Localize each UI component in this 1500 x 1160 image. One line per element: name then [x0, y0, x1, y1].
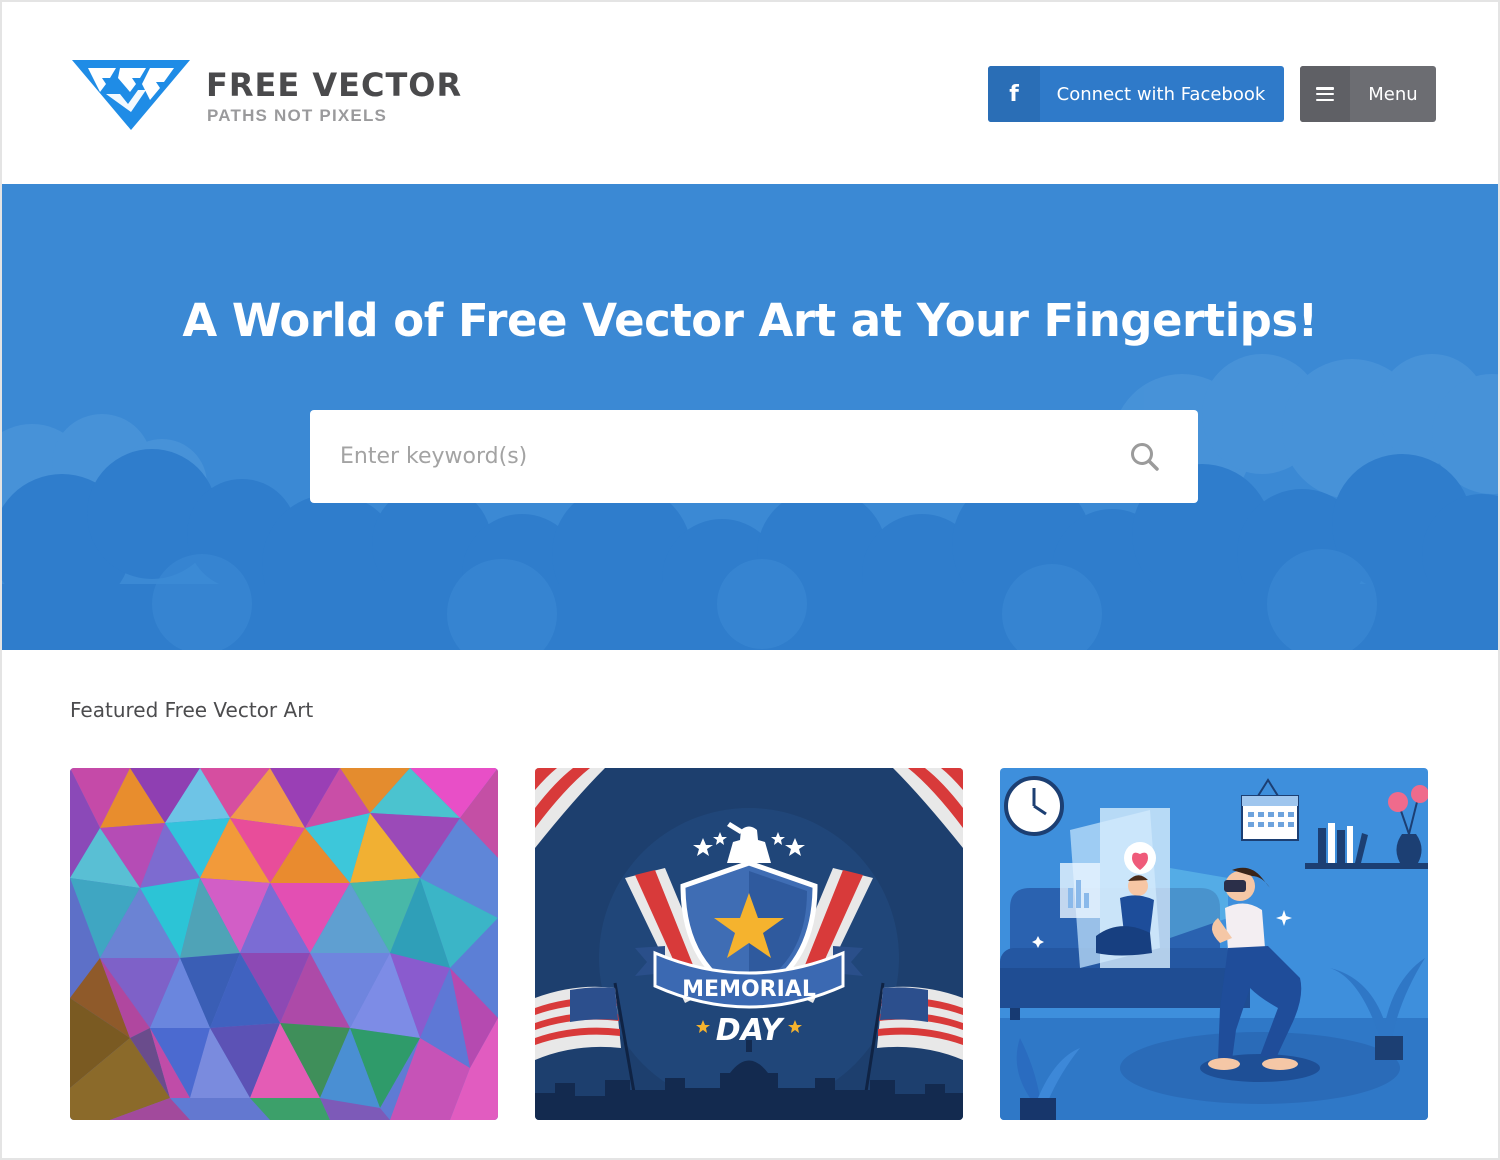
memorial-text: MEMORIAL: [682, 977, 816, 1002]
menu-label: Menu: [1368, 83, 1418, 105]
featured-card-memorial-day[interactable]: MEMORIAL DAY: [535, 768, 963, 1120]
page-frame: FREE VECTOR PATHS NOT PIXELS f Connect w…: [0, 0, 1500, 1160]
site-logo[interactable]: FREE VECTOR PATHS NOT PIXELS: [72, 60, 461, 132]
connect-facebook-button[interactable]: f Connect with Facebook: [988, 66, 1284, 122]
featured-section-title: Featured Free Vector Art: [70, 698, 314, 722]
lowpoly-art-image: [70, 768, 498, 1120]
featured-card-vr-fitness[interactable]: [1000, 768, 1428, 1120]
logo-mark-icon: [72, 60, 190, 130]
connect-facebook-label: Connect with Facebook: [1056, 83, 1266, 105]
hero-title: A World of Free Vector Art at Your Finge…: [182, 294, 1318, 347]
facebook-icon: f: [988, 66, 1040, 122]
search-icon[interactable]: [1128, 440, 1162, 474]
hero-banner: A World of Free Vector Art at Your Finge…: [2, 184, 1498, 650]
featured-card-lowpoly[interactable]: [70, 768, 498, 1120]
search-input[interactable]: [310, 410, 1110, 503]
hamburger-icon: [1300, 66, 1350, 122]
memorial-day-art-image: MEMORIAL DAY: [535, 768, 963, 1120]
brand-tagline: PATHS NOT PIXELS: [207, 106, 388, 125]
site-header: FREE VECTOR PATHS NOT PIXELS f Connect w…: [2, 2, 1498, 184]
brand-title: FREE VECTOR: [206, 66, 463, 104]
menu-button[interactable]: Menu: [1300, 66, 1436, 122]
vr-fitness-art-image: [1000, 768, 1428, 1120]
search-box: [310, 410, 1198, 503]
